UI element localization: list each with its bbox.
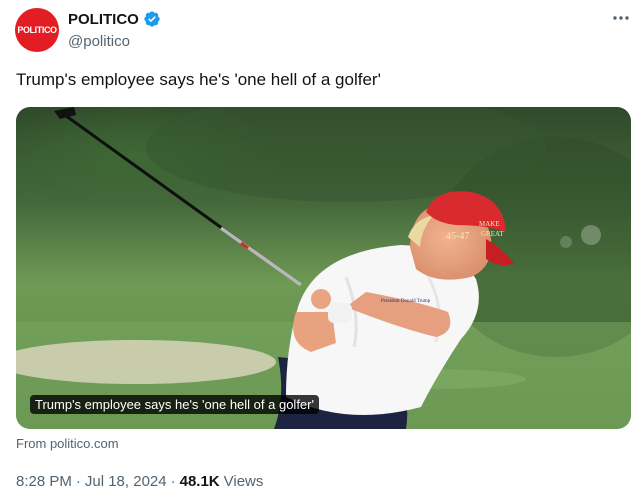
hat-text-great: GREAT [481, 230, 504, 238]
author-name-row: POLITICO [68, 10, 161, 28]
views-label: Views [223, 473, 264, 490]
tweet: POLITICO POLITICO @politico Trump's empl… [0, 0, 641, 500]
hat-text-make: MAKE [479, 220, 500, 228]
card-source-link[interactable]: From politico.com [16, 436, 119, 451]
tweet-time[interactable]: 8:28 PM [16, 473, 72, 490]
link-card[interactable]: 45-47 MAKE GREAT President Donald Trump … [16, 107, 631, 429]
hat-number-text: 45-47 [446, 231, 469, 242]
meta-separator: · [75, 473, 81, 490]
more-icon[interactable] [611, 8, 631, 28]
tweet-text: Trump's employee says he's 'one hell of … [16, 70, 381, 89]
meta-separator: · [170, 473, 176, 490]
shirt-logo-text: President Donald Trump [381, 299, 431, 304]
tweet-date[interactable]: Jul 18, 2024 [85, 473, 167, 490]
tweet-meta: 8:28 PM · Jul 18, 2024 · 48.1K Views [16, 473, 263, 490]
handle[interactable]: @politico [68, 33, 130, 50]
card-caption: Trump's employee says he's 'one hell of … [30, 395, 319, 414]
avatar[interactable]: POLITICO [15, 8, 59, 52]
display-name[interactable]: POLITICO [68, 11, 139, 28]
views-count[interactable]: 48.1K [180, 473, 220, 490]
verified-badge-icon [144, 11, 160, 27]
golf-photo: 45-47 MAKE GREAT President Donald Trump [16, 107, 631, 429]
avatar-logo-text: POLITICO [17, 25, 57, 35]
